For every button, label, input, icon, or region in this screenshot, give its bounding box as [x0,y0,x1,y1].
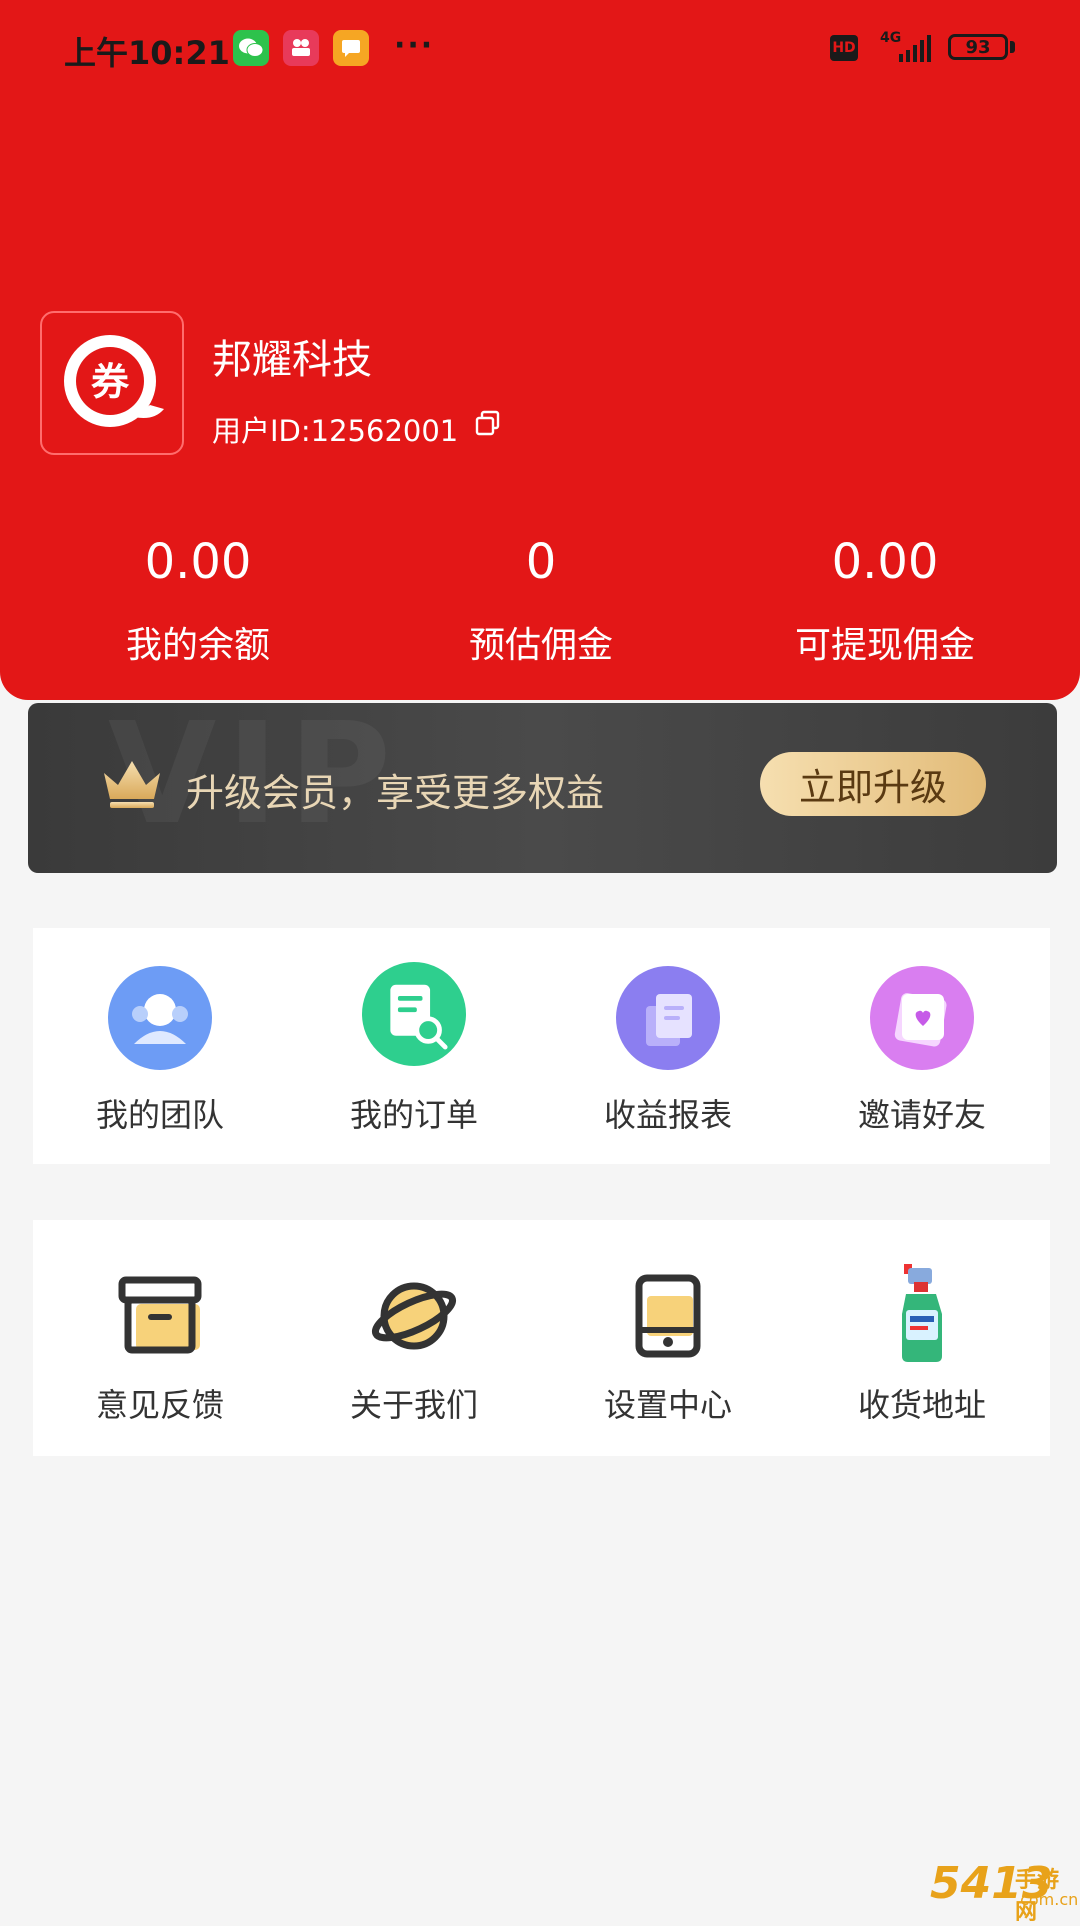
message-app-icon [333,30,369,66]
vip-text: 升级会员，享受更多权益 [186,771,605,815]
menu-label: 收益报表 [603,1096,732,1134]
withdrawable-commission-label: 可提现佣金 [794,625,975,666]
phone-settings-icon [616,1264,720,1368]
upgrade-button[interactable]: 立即升级 [760,752,986,816]
estimated-commission-value: 0 [525,534,557,590]
menu-label: 意见反馈 [95,1386,224,1424]
menu-label: 设置中心 [603,1386,732,1424]
menu-label: 邀请好友 [857,1096,986,1134]
spray-bottle-icon [870,1262,974,1366]
report-icon [616,966,720,1070]
balance-label: 我的余额 [125,625,270,666]
stat-withdrawable-commission[interactable]: 0.00 可提现佣金 [705,532,1065,668]
more-notifications-icon: ··· [394,28,435,63]
logo-text: 券 [91,360,130,404]
secondary-menu-card: 意见反馈 关于我们 设置中心 收货地址 [33,1220,1050,1456]
copy-icon[interactable] [474,409,502,437]
wechat-icon [233,30,269,66]
balance-value: 0.00 [144,534,252,590]
user-name: 邦耀科技 [212,337,372,383]
team-icon [108,966,212,1070]
battery-level: 93 [965,36,991,58]
menu-label: 我的团队 [95,1096,224,1134]
app-store-icon [283,30,319,66]
crown-icon [104,761,160,808]
planet-icon [362,1264,466,1368]
status-time: 上午10:21 [64,34,230,72]
menu-label: 收货地址 [857,1386,986,1424]
menu-label: 关于我们 [349,1386,478,1424]
coupon-logo-icon: 券 [64,335,164,427]
app-logo[interactable]: 券 [40,311,184,455]
signal-icon [899,35,931,62]
battery-icon: 93 [948,34,1008,60]
user-id: 用户ID:12562001 [212,414,459,448]
status-bar: 上午10:21 ··· HD 4G 93 [0,0,1080,100]
menu-label: 我的订单 [349,1096,478,1134]
feedback-box-icon [108,1264,212,1368]
hd-voice-icon: HD [830,35,858,61]
user-id-row: 用户ID:12562001 [212,408,502,450]
battery-tip [1010,41,1015,53]
estimated-commission-label: 预估佣金 [468,625,613,666]
withdrawable-commission-value: 0.00 [831,534,939,590]
primary-menu-card: 我的团队 我的订单 收益报表 邀请好友 [33,928,1050,1164]
invite-card-icon [870,966,974,1070]
vip-banner[interactable]: VIP 升级会员，享受更多权益 立即升级 [28,703,1057,873]
stat-balance[interactable]: 0.00 我的余额 [18,532,378,668]
order-search-icon [362,962,466,1066]
stat-estimated-commission[interactable]: 0 预估佣金 [361,532,721,668]
site-watermark-domain: .com.cn [1015,1890,1079,1909]
